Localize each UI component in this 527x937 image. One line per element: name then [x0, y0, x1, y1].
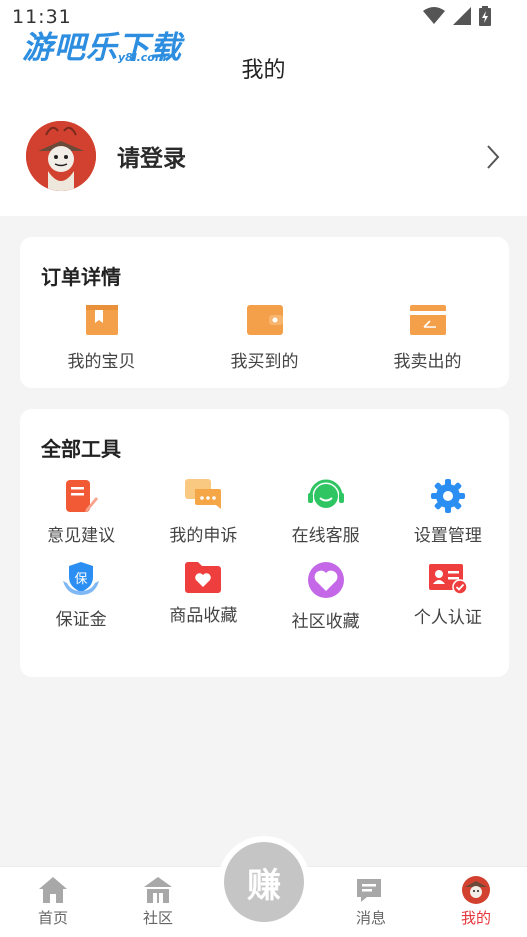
mascot-avatar-icon: [26, 121, 96, 191]
tool-deposit[interactable]: 保 保证金: [20, 561, 142, 632]
order-item-label: 我卖出的: [393, 352, 462, 372]
tool-identity[interactable]: 个人认证: [387, 561, 509, 632]
order-item-my-items[interactable]: 我的宝贝: [20, 305, 183, 372]
tool-label: 商品收藏: [169, 606, 238, 626]
order-item-label: 我的宝贝: [67, 352, 136, 372]
orders-card: 订单详情 我的宝贝 我买到的 我卖出的: [20, 237, 509, 388]
tab-messages[interactable]: 消息: [331, 875, 411, 928]
tool-label: 我的申诉: [169, 526, 238, 546]
avatar-icon: [462, 876, 490, 904]
feedback-edit-icon: [66, 480, 99, 512]
tool-goods-favorites[interactable]: 商品收藏: [142, 561, 264, 632]
tool-label: 意见建议: [47, 526, 116, 546]
orders-row: 我的宝贝 我买到的 我卖出的: [20, 305, 509, 372]
tab-home[interactable]: 首页: [13, 875, 93, 928]
tab-label: 社区: [142, 909, 173, 927]
wallet-icon: [246, 305, 283, 335]
home-icon: [39, 877, 67, 903]
message-icon: [357, 879, 381, 902]
tool-label: 保证金: [55, 610, 107, 630]
tool-feedback[interactable]: 意见建议: [20, 479, 142, 546]
tool-community-favorites[interactable]: 社区收藏: [265, 561, 387, 632]
tools-grid: 意见建议 我的申诉 在线客服 设置管理 保 保证金 商品收藏 社区收藏 个人认证: [20, 479, 509, 632]
tab-label: 我的: [460, 909, 491, 927]
tool-label: 个人认证: [413, 608, 482, 628]
sold-card-icon: [409, 305, 446, 335]
login-row[interactable]: 请登录: [26, 120, 506, 192]
earn-button[interactable]: 赚: [224, 842, 304, 922]
order-item-sold[interactable]: 我卖出的: [346, 305, 509, 372]
tab-community[interactable]: 社区: [118, 875, 198, 928]
bookmark-box-icon: [85, 305, 118, 335]
gear-icon: [430, 479, 465, 513]
tool-label: 设置管理: [413, 526, 482, 546]
page-title: 我的: [241, 58, 286, 83]
earn-icon: 赚: [247, 865, 281, 906]
tool-appeal[interactable]: 我的申诉: [142, 479, 264, 546]
order-item-bought[interactable]: 我买到的: [183, 305, 346, 372]
status-icons: [423, 6, 491, 26]
tab-label: 消息: [355, 909, 386, 927]
login-label: 请登录: [117, 146, 186, 172]
heart-folder-icon: [185, 562, 222, 593]
battery-icon: [479, 6, 491, 26]
tool-support[interactable]: 在线客服: [265, 479, 387, 546]
svg-text:保: 保: [75, 572, 88, 587]
tools-title: 全部工具: [41, 437, 121, 461]
tools-card: 全部工具 意见建议 我的申诉 在线客服 设置管理 保 保证金 商品收藏 社区收藏…: [20, 409, 509, 677]
tab-mine[interactable]: 我的: [436, 875, 516, 928]
chat-bubbles-icon: [185, 479, 222, 509]
order-item-label: 我买到的: [230, 352, 299, 372]
tool-label: 在线客服: [291, 526, 360, 546]
heart-circle-icon: [307, 562, 344, 598]
tab-label: 首页: [37, 909, 68, 927]
headset-icon: [307, 479, 344, 508]
tool-label: 社区收藏: [291, 612, 360, 632]
orders-title: 订单详情: [41, 265, 121, 289]
community-icon: [144, 877, 172, 903]
deposit-shield-icon: 保: [63, 562, 100, 595]
id-card-icon: [428, 564, 468, 595]
signal-icon: [453, 7, 471, 25]
avatar[interactable]: [26, 121, 96, 191]
tool-settings[interactable]: 设置管理: [387, 479, 509, 546]
chevron-right-icon: [487, 145, 500, 169]
wifi-icon: [423, 7, 445, 24]
